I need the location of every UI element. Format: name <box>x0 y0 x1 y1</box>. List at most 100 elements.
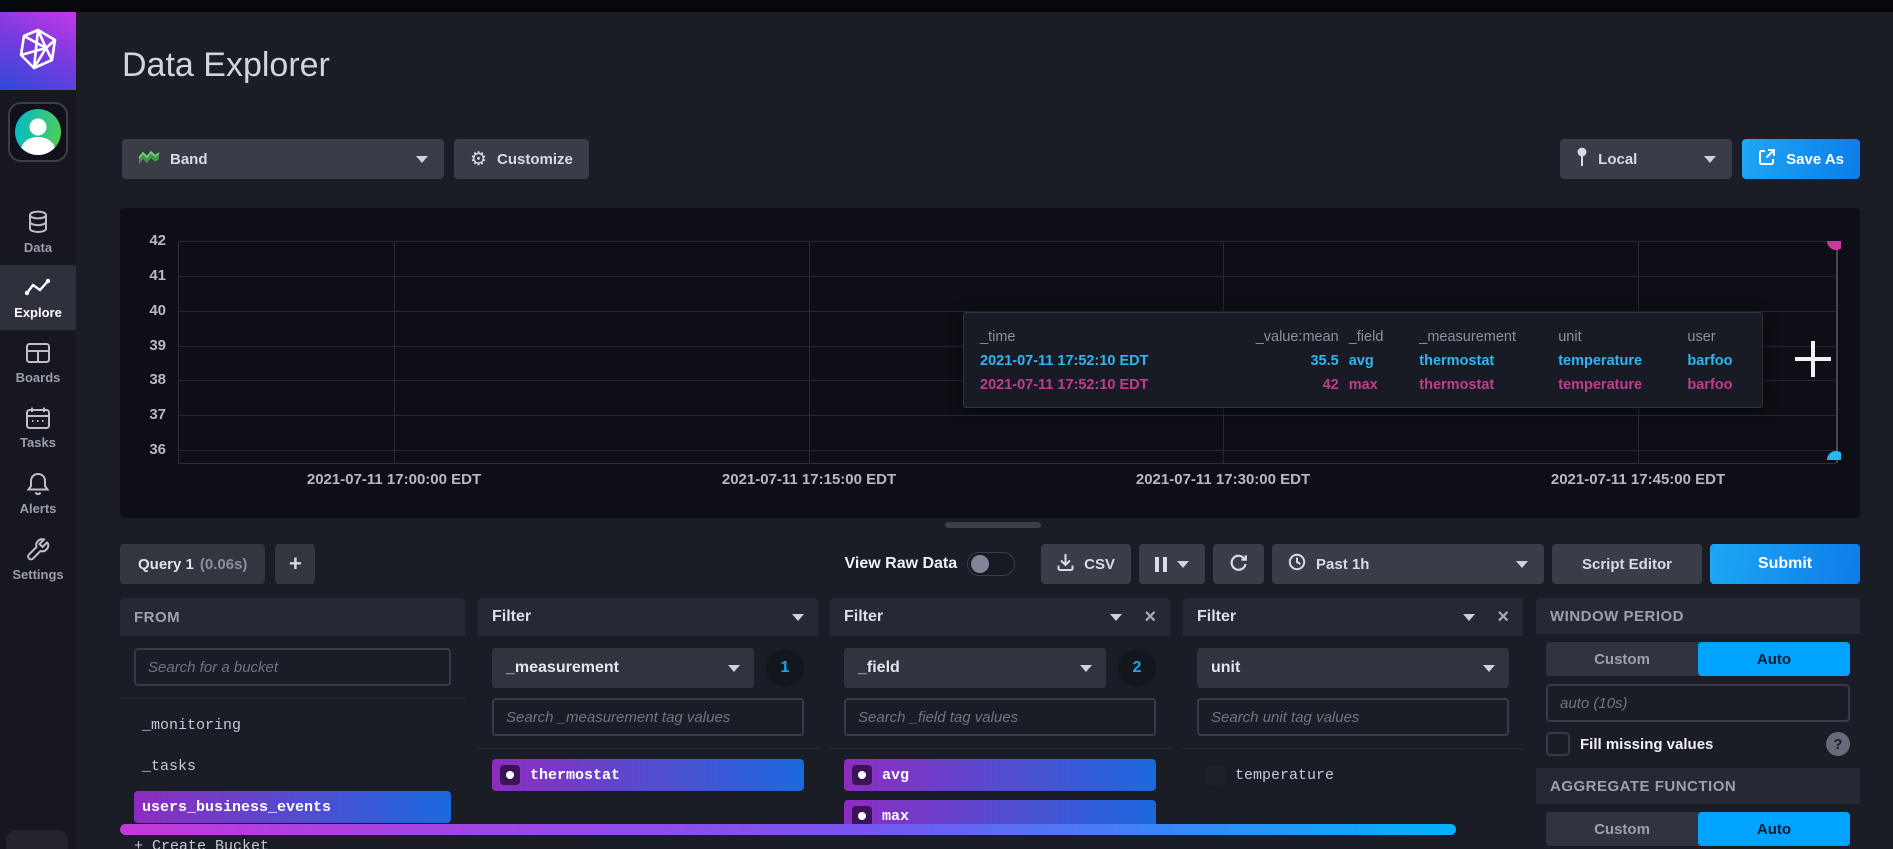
chevron-down-icon[interactable] <box>1110 613 1123 621</box>
close-icon[interactable]: × <box>1144 607 1156 627</box>
tag-value-label: avg <box>882 766 910 784</box>
query-tab[interactable]: Query 1 (0.06s) <box>120 544 266 584</box>
bucket-label: users_business_events <box>142 798 332 816</box>
tag-value-item-selected[interactable]: thermostat <box>492 759 804 791</box>
script-editor-button[interactable]: Script Editor <box>1552 544 1702 584</box>
data-explorer-screen: Data Explore Boards Tasks Alerts Setting… <box>0 0 1893 849</box>
refresh-button[interactable] <box>1213 544 1264 584</box>
close-icon[interactable]: × <box>1497 607 1509 627</box>
x-axis-tick: 2021-07-11 17:45:00 EDT <box>1550 471 1726 488</box>
tag-value-search-input[interactable] <box>844 698 1156 736</box>
fill-missing-values-row: Fill missing values ? <box>1546 732 1850 756</box>
gridline <box>178 450 1836 451</box>
fill-missing-checkbox[interactable] <box>1546 732 1570 756</box>
tooltip-row-mean: 2021-07-11 17:52:10 EDT 35.5 avg thermos… <box>980 349 1746 373</box>
customize-label: Customize <box>497 150 573 168</box>
sidebar-item-explore[interactable]: Explore <box>0 265 76 330</box>
toggle-knob <box>971 555 990 573</box>
hover-crosshair-line <box>1836 241 1838 463</box>
tooltip-cell: avg <box>1348 353 1374 369</box>
tag-value-search-input[interactable] <box>1197 698 1509 736</box>
query-tab-label: Query 1 <box>138 555 194 573</box>
tag-value-item-selected[interactable]: avg <box>844 759 1156 791</box>
tooltip-cell: temperature <box>1558 377 1643 393</box>
timezone-dropdown[interactable]: Local <box>1560 139 1733 179</box>
tooltip-cell: 42 <box>1322 377 1339 393</box>
tooltip-col-unit: unit <box>1558 329 1582 345</box>
filter-key-row: _measurement 1 <box>492 648 804 688</box>
script-editor-label: Script Editor <box>1581 555 1672 573</box>
window-period-label: WINDOW PERIOD <box>1550 607 1684 625</box>
sidebar-item-data[interactable]: Data <box>0 198 76 265</box>
chevron-down-icon <box>728 664 740 672</box>
chevron-down-icon[interactable] <box>1463 613 1476 621</box>
series-point-max <box>1827 241 1841 250</box>
visualization-type-dropdown[interactable]: Band <box>122 139 444 179</box>
tooltip-cell: 2021-07-11 17:52:10 EDT <box>980 353 1149 369</box>
user-avatar[interactable] <box>8 102 68 162</box>
custom-option[interactable]: Custom <box>1546 642 1698 676</box>
custom-option[interactable]: Custom <box>1546 812 1698 846</box>
chart-panel[interactable]: 42 41 40 39 38 37 36 2021-07-11 17:00:00… <box>120 208 1860 518</box>
y-axis-tick: 38 <box>149 371 166 388</box>
tooltip-cell: thermostat <box>1419 377 1495 393</box>
help-icon[interactable]: ? <box>1826 732 1850 756</box>
sidebar-item-boards[interactable]: Boards <box>0 330 76 395</box>
filter-key-dropdown[interactable]: _measurement <box>492 648 754 688</box>
save-as-button[interactable]: Save As <box>1742 139 1860 179</box>
view-raw-data-toggle[interactable] <box>967 552 1016 576</box>
influxdb-logo[interactable] <box>0 12 76 90</box>
sidebar-item-tasks[interactable]: Tasks <box>0 395 76 460</box>
tag-value-list: avg max <box>844 749 1156 832</box>
avatar-icon <box>15 109 61 155</box>
sidebar-item-label: Settings <box>12 567 64 582</box>
builder-horizontal-scrollbar[interactable] <box>120 824 1456 835</box>
filter-title: Filter <box>844 608 884 625</box>
tooltip-col-value: _value:mean <box>1255 329 1339 345</box>
filter-key-row: _field 2 <box>844 648 1156 688</box>
save-as-label: Save As <box>1786 150 1844 168</box>
sidebar-item-settings[interactable]: Settings <box>0 526 76 592</box>
chevron-down-icon <box>1516 560 1528 568</box>
y-axis-tick: 40 <box>149 302 166 319</box>
sidebar-item-alerts[interactable]: Alerts <box>0 460 76 526</box>
submit-button[interactable]: Submit <box>1710 544 1860 584</box>
bucket-item-selected[interactable]: users_business_events <box>134 791 451 823</box>
filter-key-dropdown[interactable]: unit <box>1197 648 1509 688</box>
chevron-down-icon[interactable] <box>792 613 804 621</box>
auto-option[interactable]: Auto <box>1698 812 1850 846</box>
sidebar-item-label: Explore <box>14 305 62 320</box>
auto-option[interactable]: Auto <box>1698 642 1850 676</box>
filter-key-dropdown[interactable]: _field <box>844 648 1106 688</box>
create-bucket-button[interactable]: + Create Bucket <box>134 838 269 849</box>
csv-download-button[interactable]: CSV <box>1041 544 1131 584</box>
tag-value-search-input[interactable] <box>492 698 804 736</box>
bucket-item[interactable]: _monitoring <box>134 709 451 741</box>
bucket-label: _monitoring <box>142 716 242 734</box>
pause-dropdown-button[interactable] <box>1139 544 1205 584</box>
filter-key-label: unit <box>1211 659 1241 676</box>
sidebar-item-label: Data <box>23 240 53 255</box>
time-range-label: Past 1h <box>1316 555 1370 573</box>
clock-icon <box>1288 553 1306 575</box>
gear-icon: ⚙ <box>470 147 488 170</box>
bucket-search-input[interactable] <box>134 648 451 686</box>
bucket-item[interactable]: _tasks <box>134 750 451 782</box>
window-period-input[interactable] <box>1546 684 1850 722</box>
tooltip-cell: barfoo <box>1687 353 1733 369</box>
y-axis-tick: 36 <box>149 441 166 458</box>
tag-value-item[interactable]: temperature <box>1197 759 1509 791</box>
gridline <box>809 241 810 463</box>
tooltip-cell: temperature <box>1558 353 1643 369</box>
filter-panel-header: Filter <box>478 598 818 636</box>
chart-resize-handle[interactable] <box>945 522 1041 528</box>
customize-button[interactable]: ⚙ Customize <box>454 139 589 179</box>
filter-panel-body: _measurement 1 thermostat <box>478 636 818 791</box>
time-range-dropdown[interactable]: Past 1h <box>1272 544 1544 584</box>
from-panel-body: _monitoring _tasks users_business_events <box>120 636 465 823</box>
sidebar-nav: Data Explore Boards Tasks Alerts Setting… <box>0 198 76 592</box>
bucket-label: _tasks <box>142 757 197 775</box>
sidebar-bottom-partial[interactable] <box>6 830 68 849</box>
add-query-button[interactable]: + <box>275 544 316 584</box>
filter-panel-measurement: Filter _measurement 1 Search _measuremen… <box>478 598 818 849</box>
